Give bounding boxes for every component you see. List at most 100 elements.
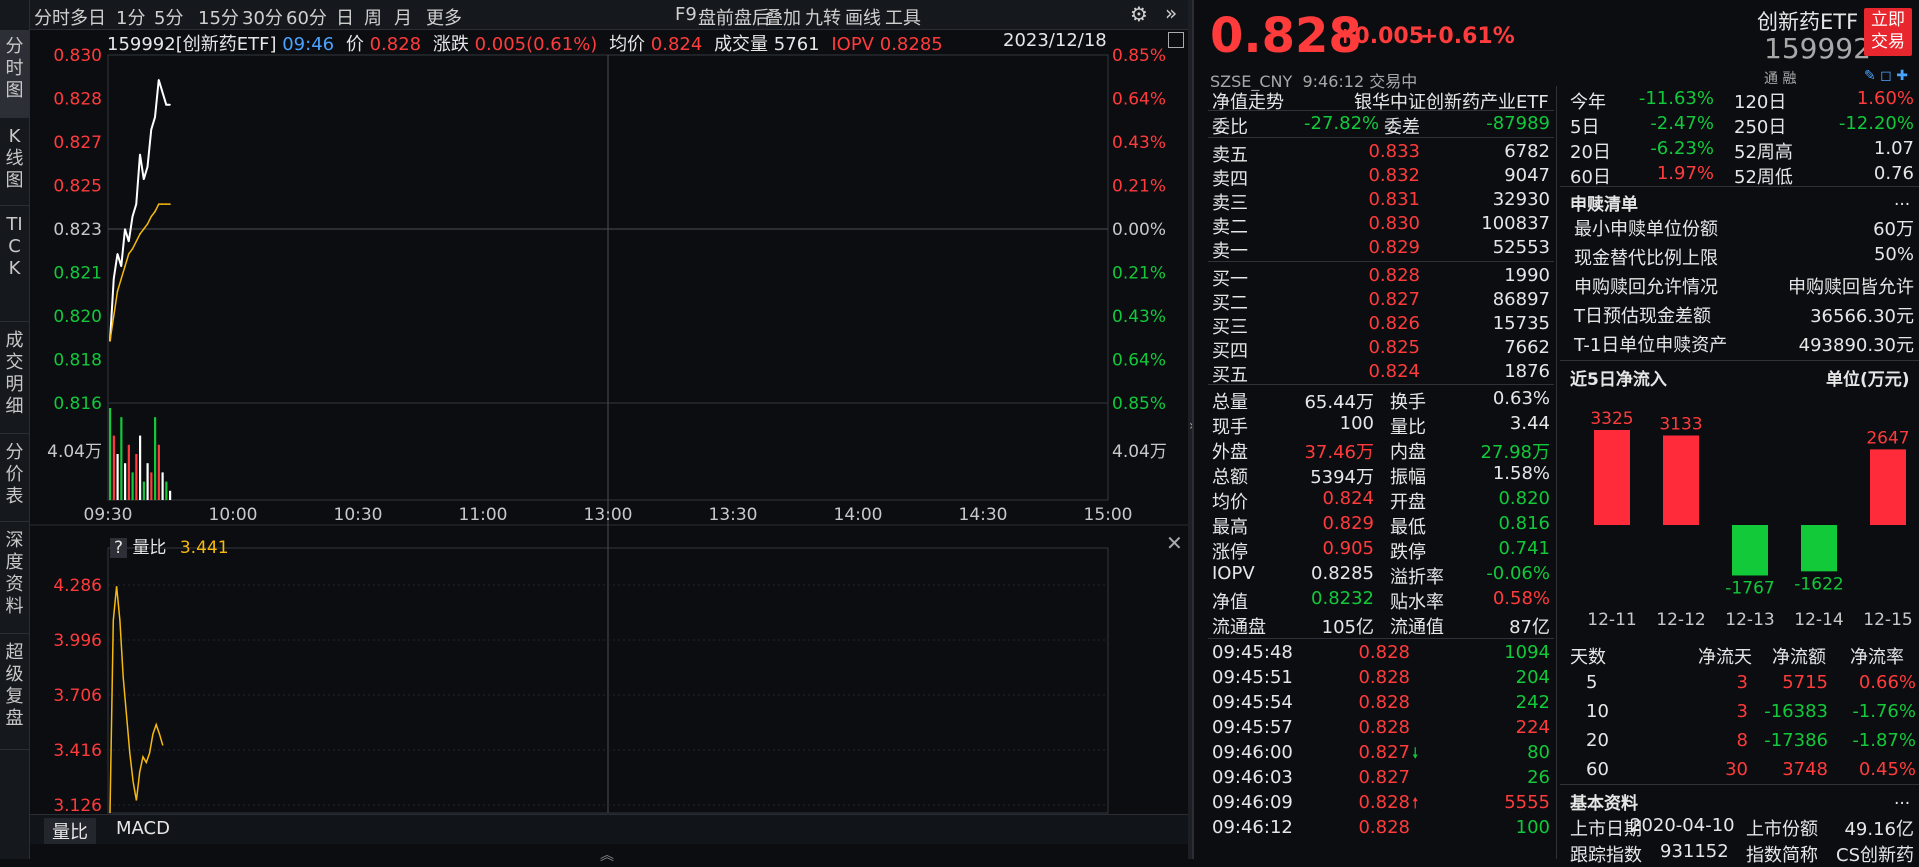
collapse-right-icon[interactable]: » (1165, 1, 1177, 25)
series-point-0 (142, 178, 145, 181)
flow-net-rate: 0.45% (1858, 759, 1916, 780)
tab-review[interactable]: 超级复盘 (0, 636, 29, 750)
panel-tools-icon[interactable]: ✎ ◻ ✚ (1864, 68, 1908, 84)
layout-toggle-icon[interactable] (1168, 32, 1184, 48)
flow-days: 20 (1586, 730, 1609, 751)
bids-price: 0.825 (1368, 337, 1420, 358)
series-point-1 (120, 277, 123, 280)
period-9[interactable]: 月 (394, 4, 412, 30)
flow-value-label: -1622 (1794, 574, 1843, 594)
weicha-value: -87989 (1486, 113, 1550, 134)
period-2[interactable]: 1分 (116, 4, 145, 30)
perf-label: 52周低 (1734, 167, 1793, 188)
tab-kline[interactable]: K线图 (0, 120, 29, 206)
tab-price-table[interactable]: 分价表 (0, 436, 29, 522)
period-0[interactable]: 分时 (34, 4, 70, 30)
bids-label: 买四 (1212, 341, 1248, 362)
tick-time: 09:46:00 (1212, 742, 1293, 763)
period-1[interactable]: 多日 (70, 4, 106, 30)
stat-label: 贴水率 (1390, 592, 1444, 613)
tool-0[interactable]: F9 (675, 4, 697, 25)
basic-more-button[interactable]: ... (1894, 789, 1910, 809)
period-6[interactable]: 60分 (286, 4, 327, 30)
redeem-value: 60万 (1873, 219, 1914, 240)
period-10[interactable]: 更多 (426, 4, 462, 30)
period-3[interactable]: 5分 (154, 4, 183, 30)
series-point-0 (120, 265, 123, 268)
expand-up-icon[interactable]: ︽ (600, 845, 614, 865)
tab-trade-detail[interactable]: 成交明细 (0, 324, 29, 434)
perf-value: -11.63% (1638, 88, 1714, 109)
bids-label: 买三 (1212, 317, 1248, 338)
settings-icon[interactable]: ⚙ (1130, 2, 1148, 26)
series-point-1 (157, 203, 160, 205)
asks-price: 0.833 (1368, 141, 1420, 162)
stat-label: 现手 (1212, 417, 1248, 438)
asks-label: 卖一 (1212, 241, 1248, 262)
stat-value: 0.816 (1498, 513, 1550, 534)
perf-label: 60日 (1570, 167, 1611, 188)
sidebar-tab-label: TICK (6, 214, 23, 279)
volume-bar (161, 472, 164, 500)
period-toolbar: 分时 多日 1分 5分 15分 30分 60分日周月更多 F9 盘前盘后 叠加 九转 画线 工具 ⚙ … (30, 0, 1188, 30)
close-icon[interactable]: ✕ (1166, 531, 1183, 555)
period-7[interactable]: 日 (336, 4, 354, 30)
tick-time: 09:46:12 (1212, 817, 1293, 838)
period-5[interactable]: 30分 (242, 4, 283, 30)
redeem-label: 申购赎回允许情况 (1574, 277, 1718, 298)
bids-volume: 1876 (1504, 361, 1550, 382)
time-tick: 10:00 (209, 505, 258, 525)
flow-date-label: 12-11 (1587, 610, 1636, 630)
bids-volume: 1990 (1504, 265, 1550, 286)
perf-label: 120日 (1734, 92, 1787, 113)
trade-now-button[interactable]: 立即交易 (1864, 8, 1912, 56)
listing-shares: 49.16亿 (1844, 819, 1914, 840)
series-point-0 (169, 103, 171, 106)
flow-net-rate: -1.76% (1852, 701, 1916, 722)
volume-tick: 4.04万 (1112, 442, 1167, 462)
flow-net-rate: -1.87% (1852, 730, 1916, 751)
tab-volume-ratio[interactable]: 量比 (44, 818, 96, 844)
tool-5[interactable]: 工具 (885, 4, 921, 30)
volume-bar (124, 463, 127, 500)
flow-net-amount: -16383 (1764, 701, 1828, 722)
period-8[interactable]: 周 (364, 4, 382, 30)
period-4[interactable]: 15分 (198, 4, 239, 30)
asks-label: 卖五 (1212, 145, 1248, 166)
stat-value: 0.820 (1498, 488, 1550, 509)
time-tick: 14:00 (834, 505, 883, 525)
weicha-label: 委差 (1384, 117, 1420, 138)
index-short-label: 指数简称 (1746, 845, 1818, 866)
asks-label: 卖三 (1212, 193, 1248, 214)
tool-1[interactable]: 盘前盘后 (698, 4, 770, 30)
flow-net-days: 3 (1736, 672, 1748, 693)
tab-macd[interactable]: MACD (108, 818, 178, 839)
tab-depth-info[interactable]: 深度资料 (0, 524, 29, 634)
stat-value: 0.829 (1322, 513, 1374, 534)
sub-tick: 3.126 (53, 796, 102, 816)
stat-value: 5394万 (1310, 467, 1374, 488)
notice-icon[interactable]: 通 融 (1764, 68, 1796, 88)
net-inflow-chart: 3325 12-11 3133 12-12 -1767 12-13 -1622 12-14 26… (1587, 409, 1912, 630)
chart-canvas[interactable]: 0.830 0.85% 0.828 0.64% 0.827 0.43% 0.825 0.21%… (30, 30, 1188, 859)
help-icon[interactable]: ? (110, 538, 128, 558)
price-tick: 0.820 (53, 307, 102, 327)
tool-3[interactable]: 九转 (805, 4, 841, 30)
perf-value: 1.97% (1656, 163, 1714, 184)
bids-label: 买二 (1212, 293, 1248, 314)
tool-2[interactable]: 叠加 (765, 4, 801, 30)
tab-timeshare[interactable]: 分时图 (0, 30, 29, 118)
flow-bar (1732, 525, 1768, 576)
tab-tick[interactable]: TICK (0, 208, 29, 322)
info-iopv: 0.8285 (879, 34, 943, 55)
trade-now-label: 立即交易 (1871, 10, 1905, 52)
tool-4[interactable]: 画线 (845, 4, 881, 30)
flow-days: 60 (1586, 759, 1609, 780)
series-point-0 (161, 91, 164, 94)
flow-net-rate: 0.66% (1858, 672, 1916, 693)
time-tick: 10:30 (334, 505, 383, 525)
redeem-more-button[interactable]: ... (1894, 190, 1910, 210)
info-price: 0.828 (369, 34, 422, 55)
bids-volume: 7662 (1504, 337, 1550, 358)
asks-label: 卖二 (1212, 217, 1248, 238)
